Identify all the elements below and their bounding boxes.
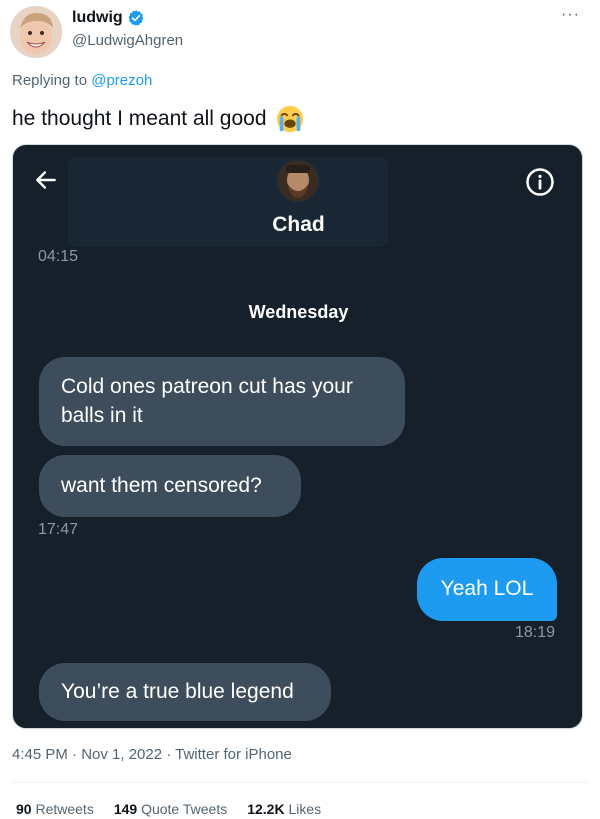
likes-stat[interactable]: 12.2K Likes [247, 801, 321, 817]
quote-tweets-count: 149 [113, 801, 138, 817]
dm-screenshot-image[interactable]: Chad 04:15 Wednesday Cold ones patreon c… [12, 144, 583, 729]
message-timestamp: 04:15 [38, 248, 79, 265]
incoming-message-bubble: You’re a true blue legend [39, 663, 331, 721]
retweets-count: 90 [16, 801, 32, 817]
incoming-message-bubble: want them censored? [39, 455, 301, 517]
quote-tweets-label: Quote Tweets [137, 801, 228, 817]
message-timestamp: 17:47 [38, 521, 79, 538]
engagement-stats: 90 Retweets 149 Quote Tweets 12.2K Likes [16, 801, 321, 817]
replying-to: Replying to @prezoh [12, 72, 152, 89]
author-display-name[interactable]: ludwig [72, 9, 123, 27]
tweet-metadata: 4:45 PM · Nov 1, 2022 · Twitter for iPho… [12, 746, 292, 763]
quote-tweets-stat[interactable]: 149 Quote Tweets [114, 801, 227, 817]
loudly-crying-face-icon [276, 105, 303, 133]
outgoing-message-bubble: Yeah LOL [417, 558, 557, 621]
tweet-source-link[interactable]: Twitter for iPhone [175, 746, 292, 763]
author-handle[interactable]: @LudwigAhgren [72, 32, 183, 49]
retweets-label: Retweets [31, 801, 94, 817]
verified-badge-icon [128, 10, 144, 26]
divider [12, 782, 588, 783]
tweet-text-body: he thought I meant all good [12, 107, 267, 130]
message-timestamp: 18:19 [514, 624, 555, 641]
replying-to-label: Replying to [12, 72, 92, 89]
more-options-icon[interactable]: ··· [561, 6, 580, 24]
author-name-row[interactable]: ludwig [72, 9, 145, 27]
tweet: ludwig @LudwigAhgren ··· Replying to @pr… [0, 0, 600, 819]
day-separator: Wednesday [248, 302, 349, 322]
reply-mention-link[interactable]: @prezoh [91, 72, 152, 89]
tweet-time-date[interactable]: 4:45 PM · Nov 1, 2022 · [12, 746, 175, 763]
author-avatar[interactable] [10, 6, 62, 58]
likes-label: Likes [284, 801, 322, 817]
info-icon[interactable] [525, 167, 555, 197]
retweets-stat[interactable]: 90 Retweets [16, 801, 94, 817]
contact-name: Chad [272, 213, 325, 236]
back-arrow-icon[interactable] [33, 167, 59, 193]
likes-count: 12.2K [247, 801, 285, 817]
contact-avatar[interactable] [276, 159, 320, 203]
incoming-message-bubble: Cold ones patreon cut has your balls in … [39, 357, 405, 446]
tweet-text: he thought I meant all good [12, 104, 305, 134]
